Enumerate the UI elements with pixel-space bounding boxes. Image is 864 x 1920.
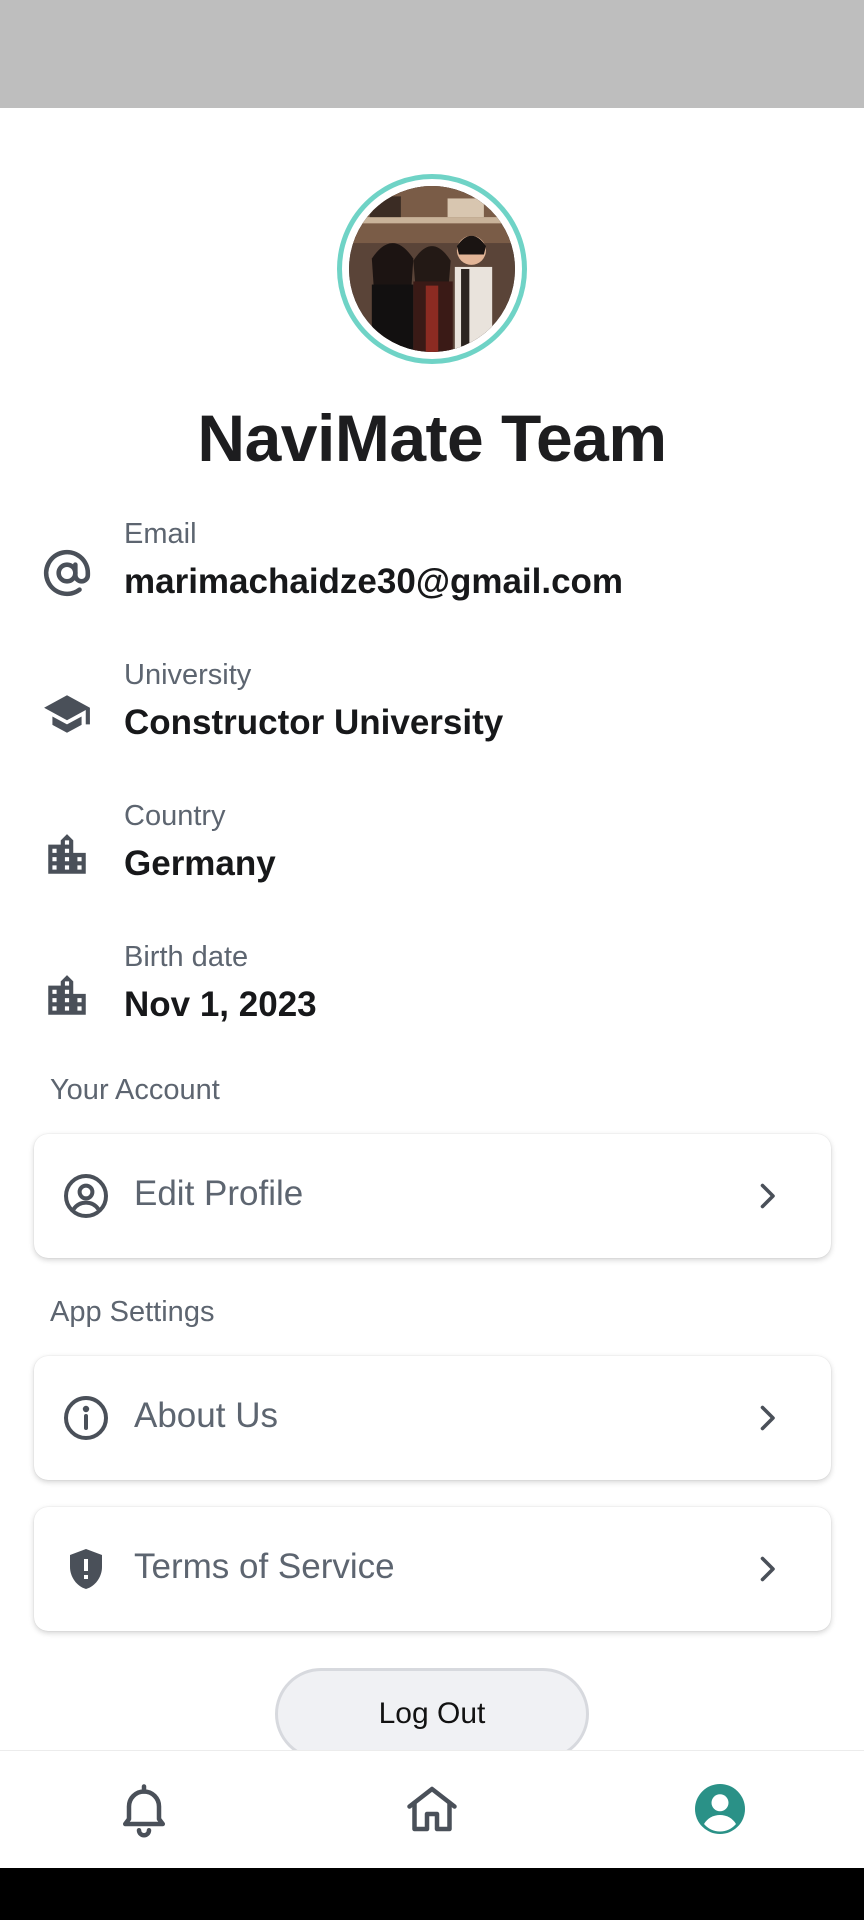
chevron-right-icon: [749, 1549, 785, 1589]
chevron-right-icon: [749, 1398, 785, 1438]
about-us-button[interactable]: About Us: [34, 1356, 831, 1480]
home-icon[interactable]: [402, 1779, 462, 1839]
email-value: marimachaidze30@gmail.com: [124, 562, 624, 601]
section-title-your-account: Your Account: [50, 1074, 220, 1106]
profile-name: NaviMate Team: [197, 401, 667, 475]
avatar-photo: [349, 186, 515, 352]
university-value: Constructor University: [124, 703, 504, 742]
at-icon: [42, 548, 92, 598]
country-value: Germany: [124, 844, 276, 883]
section-title-app-settings: App Settings: [50, 1296, 215, 1328]
bell-icon[interactable]: [114, 1779, 174, 1839]
building-icon: [42, 971, 92, 1021]
shield-icon: [62, 1545, 110, 1593]
graduation-cap-icon: [42, 689, 92, 739]
edit-profile-label: Edit Profile: [134, 1174, 304, 1213]
bottom-navigation: [0, 1750, 864, 1868]
logout-button[interactable]: Log Out: [275, 1668, 589, 1760]
about-us-label: About Us: [134, 1396, 278, 1435]
birth-date-value: Nov 1, 2023: [124, 985, 317, 1024]
birth-date-label: Birth date: [124, 941, 249, 973]
info-row-university: University Constructor University: [0, 659, 864, 769]
profile-avatar[interactable]: [337, 174, 527, 364]
country-label: Country: [124, 800, 226, 832]
email-label: Email: [124, 518, 197, 550]
profile-icon[interactable]: [690, 1779, 750, 1839]
info-row-country: Country Germany: [0, 800, 864, 910]
info-icon: [62, 1394, 110, 1442]
building-icon: [42, 830, 92, 880]
chevron-right-icon: [749, 1176, 785, 1216]
terms-of-service-button[interactable]: Terms of Service: [34, 1507, 831, 1631]
info-row-email: Email marimachaidze30@gmail.com: [0, 518, 864, 628]
account-circle-icon: [62, 1172, 110, 1220]
terms-of-service-label: Terms of Service: [134, 1547, 395, 1586]
system-navigation-bar: [0, 1868, 864, 1920]
university-label: University: [124, 659, 252, 691]
edit-profile-button[interactable]: Edit Profile: [34, 1134, 831, 1258]
status-bar: [0, 0, 864, 108]
info-row-birth-date: Birth date Nov 1, 2023: [0, 941, 864, 1051]
